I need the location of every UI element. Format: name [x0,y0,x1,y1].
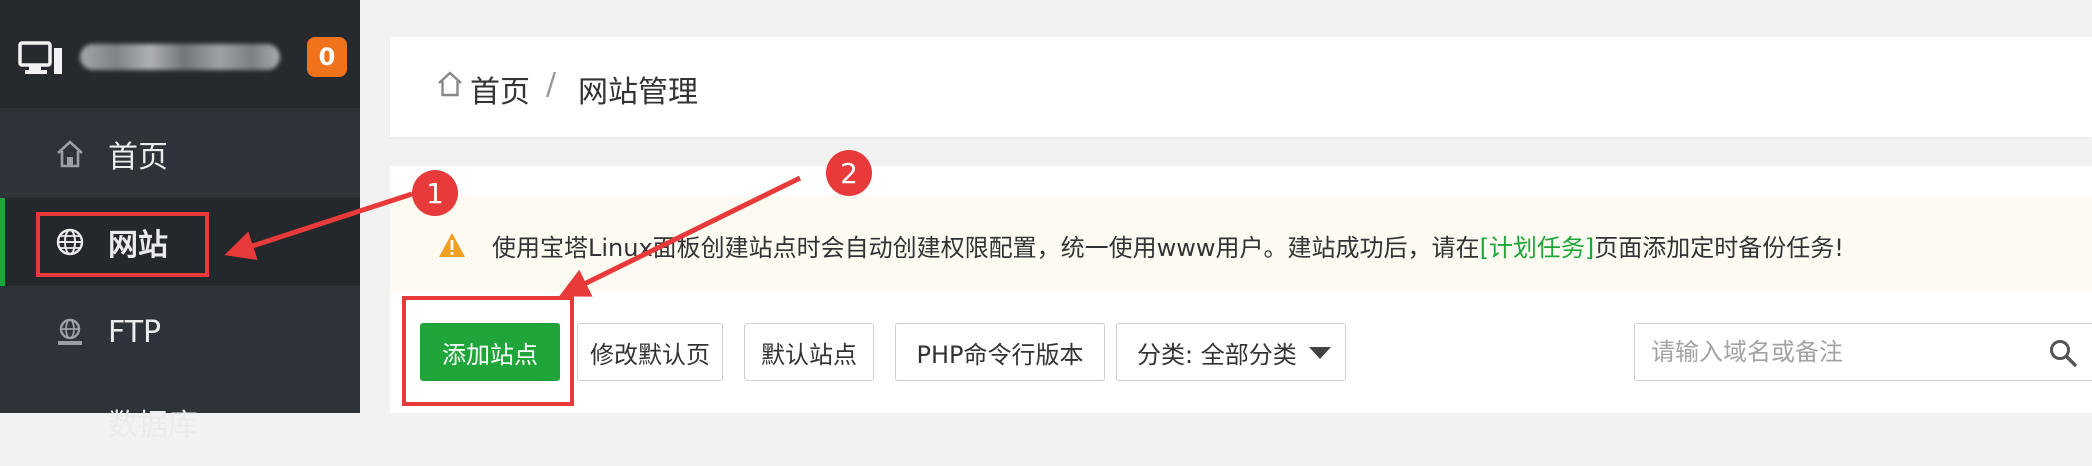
breadcrumb-home[interactable]: 首页 [470,67,530,111]
tip-text: 使用宝塔Linux面板创建站点时会自动创建权限配置，统一使用www用户。建站成功… [492,228,1844,263]
tip-text-before: 使用宝塔Linux面板创建站点时会自动创建权限配置，统一使用www用户。建站成功… [492,234,1480,262]
sidebar-item-database[interactable]: 数据库 [0,378,360,466]
site-management-panel: 使用宝塔Linux面板创建站点时会自动创建权限配置，统一使用www用户。建站成功… [390,166,2092,413]
breadcrumb: 首页 / 网站管理 [390,37,2092,137]
sidebar-item-ftp[interactable]: FTP [0,288,360,376]
warning-icon [439,233,465,257]
default-site-button[interactable]: 默认站点 [744,323,874,381]
monitor-icon [18,41,62,74]
step-marker-2: 2 [826,150,872,196]
sidebar-item-label: 首页 [108,140,168,175]
sidebar: 0 首页 网站 FTP 数据库 [0,0,360,443]
cron-task-link[interactable]: [计划任务] [1480,234,1595,262]
step-marker-1: 1 [412,170,458,216]
php-cli-version-button[interactable]: PHP命令行版本 [895,323,1105,381]
breadcrumb-current: 网站管理 [578,75,698,110]
search-icon[interactable] [2048,338,2078,368]
sidebar-item-label: FTP [108,314,162,350]
home-icon[interactable] [436,70,464,98]
sidebar-header: 0 [0,0,360,108]
home-icon [57,140,83,168]
highlight-box-website [36,212,209,277]
server-name-blurred [80,44,280,70]
sidebar-item-label: 数据库 [108,408,198,443]
breadcrumb-separator: / [546,67,557,102]
category-select-value: 分类: 全部分类 [1137,340,1297,369]
caret-down-icon [1309,347,1331,359]
tip-bar: 使用宝塔Linux面板创建站点时会自动创建权限配置，统一使用www用户。建站成功… [390,196,2092,292]
category-select[interactable]: 分类: 全部分类 [1116,323,1346,381]
tip-text-after: 页面添加定时备份任务! [1594,234,1844,262]
modify-default-page-button[interactable]: 修改默认页 [577,323,723,381]
sidebar-item-home[interactable]: 首页 [0,110,360,198]
ftp-icon [58,318,82,345]
search-input[interactable] [1634,323,2092,381]
highlight-box-add-site [402,296,574,406]
message-count-badge[interactable]: 0 [307,37,347,77]
